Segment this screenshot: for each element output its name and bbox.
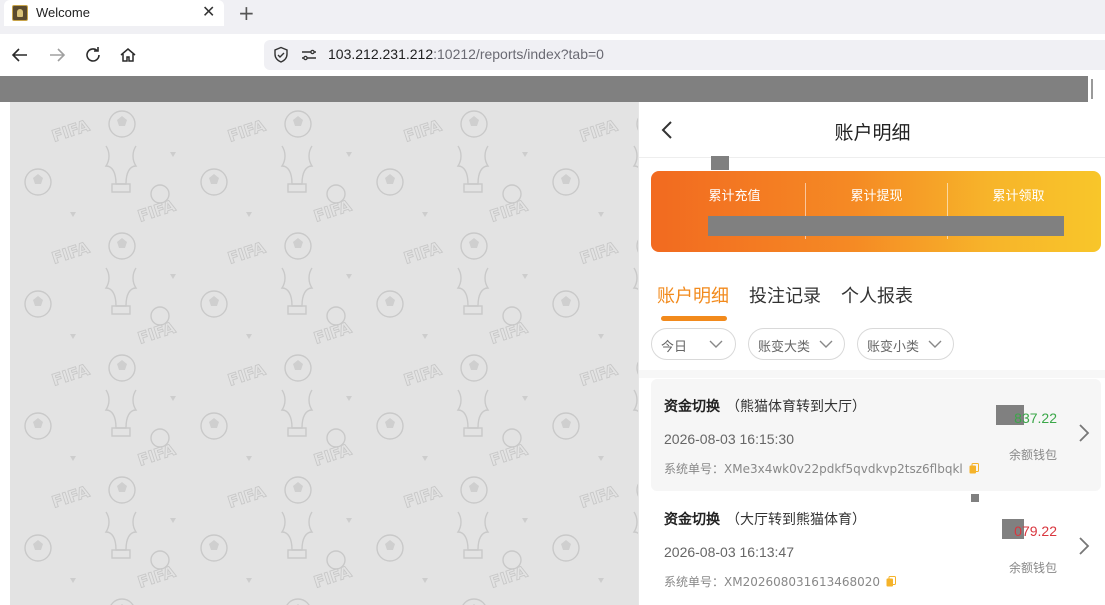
record-item[interactable]: 资金切换 （大厅转到熊猫体育） 2026-08-03 16:13:47 系统单号：… [651,492,1101,604]
record-tabs: 账户明细 投注记录 个人报表 [639,272,1105,326]
order-label: 系统单号： [664,575,725,589]
site-favicon-icon [12,5,28,21]
close-icon[interactable]: ✕ [202,2,215,21]
record-item[interactable]: 资金切换 （熊猫体育转到大厅） 2026-08-03 16:15:30 系统单号：… [651,379,1101,491]
chevron-right-icon [1079,424,1090,442]
url-path: :10212/reports/index?tab=0 [433,46,604,62]
redacted-stat-values [708,216,1064,236]
stat-label-deposit: 累计充值 [708,189,761,204]
record-time: 2026-08-03 16:13:47 [664,544,794,560]
page-title: 账户明细 [834,122,911,144]
filter-category-label: 账变大类 [758,340,811,355]
tab-personal-report[interactable]: 个人报表 [841,282,913,308]
filter-category[interactable]: 账变大类 [748,328,845,360]
record-title: 资金切换 （大厅转到熊猫体育） [664,509,866,529]
tab-title: Welcome [36,5,90,20]
record-type: 资金切换 [664,399,720,415]
stat-label-withdraw: 累计提现 [850,189,903,204]
record-amount: 079.22 [1014,523,1057,539]
order-number: XMe3x4wk0v22pdkf5qvdkvp2tsz6flbqkl [724,462,963,476]
url-host: 103.212.231.212 [328,46,434,62]
browser-tab[interactable]: Welcome ✕ [4,0,224,26]
section-divider [639,370,1105,378]
url-text[interactable]: 103.212.231.212:10212/reports/index?tab=… [328,46,604,62]
chevron-down-icon [928,340,942,348]
record-order: 系统单号：XM202608031613468020 [664,573,897,590]
scrollbar[interactable] [1088,76,1105,102]
record-amount: 837.22 [1014,410,1057,426]
redacted-bar [0,76,1088,102]
chevron-right-icon [1079,537,1090,555]
account-detail-panel: 账户明细 累计充值 累计提现 累计领取 账户明细 投注记录 个人报表 今日 账变… [638,102,1105,605]
active-tab-indicator [661,316,727,321]
summary-card: 累计充值 累计提现 累计领取 [651,171,1101,252]
back-arrow-icon[interactable] [9,44,31,66]
copy-icon[interactable] [886,576,897,587]
filter-date-label: 今日 [661,340,688,355]
record-time: 2026-08-03 16:15:30 [664,431,794,447]
filter-date[interactable]: 今日 [651,328,736,360]
redacted-block [711,156,729,170]
record-type: 资金切换 [664,512,720,528]
record-wallet: 余额钱包 [1008,561,1057,575]
stat-label-claim: 累计领取 [992,189,1045,204]
left-margin [0,102,10,605]
address-bar[interactable]: 103.212.231.212:10212/reports/index?tab=… [264,40,1105,70]
order-number: XM202608031613468020 [724,575,881,589]
forward-arrow-icon[interactable] [46,44,68,66]
shield-icon[interactable] [272,46,290,64]
record-subtitle: （大厅转到熊猫体育） [726,512,866,528]
copy-icon[interactable] [969,463,979,474]
tab-bet-records[interactable]: 投注记录 [749,282,821,308]
chevron-down-icon [819,340,833,348]
record-title: 资金切换 （熊猫体育转到大厅） [664,396,866,416]
browser-navbar: 103.212.231.212:10212/reports/index?tab=… [0,34,1105,76]
page-header: 账户明细 [639,102,1105,158]
chevron-down-icon [709,340,723,348]
filter-subcategory-label: 账变小类 [867,340,920,355]
background-pattern: FIFA FIFA [10,102,638,605]
record-subtitle: （熊猫体育转到大厅） [726,399,866,415]
home-icon[interactable] [117,44,139,66]
browser-tabbar: Welcome ✕ + [0,0,1105,34]
record-wallet: 余额钱包 [1008,448,1057,462]
filter-subcategory[interactable]: 账变小类 [857,328,954,360]
tab-account-detail[interactable]: 账户明细 [657,282,729,308]
reload-icon[interactable] [82,44,104,66]
new-tab-plus-icon[interactable]: + [238,1,255,25]
fifa-pattern-image: FIFA FIFA [10,102,638,605]
record-order: 系统单号：XMe3x4wk0v22pdkf5qvdkvp2tsz6flbqkl [664,460,979,477]
order-label: 系统单号： [664,462,725,476]
site-permissions-icon[interactable] [300,46,318,64]
